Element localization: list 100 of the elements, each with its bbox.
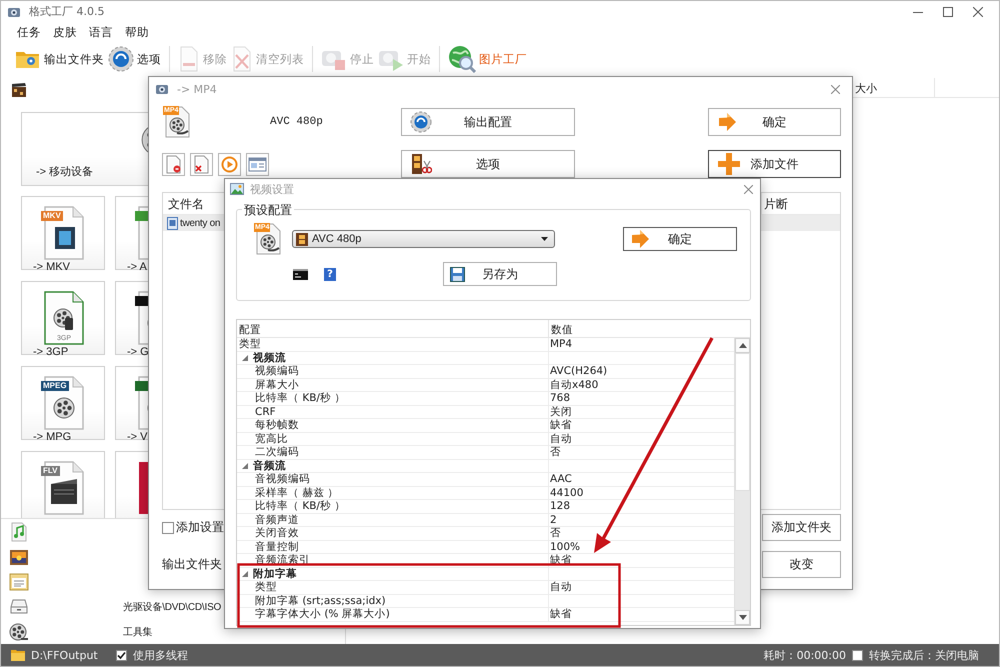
property-name: 音频声道 — [254, 514, 300, 526]
tool-button[interactable] — [190, 152, 213, 176]
checkbox[interactable] — [116, 650, 127, 660]
property-name: 类型 — [238, 338, 262, 350]
menu-item[interactable]: 皮肤 — [47, 24, 83, 40]
expander-icon[interactable] — [242, 570, 248, 577]
floppy-icon — [450, 266, 465, 282]
maximize-button[interactable] — [941, 4, 955, 18]
gear-icon — [108, 46, 134, 72]
scroll-up-icon[interactable] — [738, 343, 746, 348]
category-label[interactable]: 工具集 — [123, 626, 152, 638]
close-icon[interactable] — [831, 84, 840, 94]
dialog-button[interactable]: 选项 — [401, 150, 575, 178]
toolbar-button[interactable]: 选项 — [106, 44, 163, 74]
film-reel-icon — [9, 622, 29, 642]
tile-label: -> MPG — [32, 431, 72, 443]
toolbar-button[interactable]: 图片工厂 — [446, 44, 529, 74]
property-name: 类型 — [254, 581, 278, 594]
property-name: 关闭音效 — [254, 527, 300, 540]
caret-icon — [541, 237, 548, 241]
group-title: 预设配置 — [242, 202, 294, 219]
music-note-icon — [9, 522, 29, 542]
dialog-button[interactable]: 输出配置 — [401, 108, 575, 136]
film-icon — [296, 232, 308, 246]
output-path[interactable]: D:\FFOutput — [31, 648, 98, 662]
disc-drive-icon — [9, 596, 29, 616]
property-value: 自动 — [548, 581, 734, 594]
expander-icon[interactable] — [242, 462, 248, 469]
property-name: 比特率（ KB/秒 ） — [254, 392, 346, 404]
tool-button[interactable] — [246, 152, 269, 176]
format-tile[interactable]: MKV -> MKV — [21, 196, 105, 270]
format-tile[interactable]: FLV — [21, 451, 105, 518]
gear-icon — [410, 111, 432, 133]
close-icon[interactable] — [744, 184, 753, 194]
file-icon — [167, 216, 178, 230]
file-name: twenty on — [163, 216, 220, 230]
checkbox[interactable] — [162, 522, 174, 534]
property-name: 音量控制 — [254, 540, 300, 553]
property-name: 字幕字体大小 (% 屏幕大小) — [254, 608, 391, 620]
property-name: 视频编码 — [254, 365, 300, 378]
close-icon — [973, 6, 983, 16]
elapsed-time: 耗时：00:00:00 — [764, 648, 846, 662]
property-name: 二次编码 — [254, 446, 300, 458]
column-header[interactable]: 文件名 — [163, 193, 209, 214]
tile-label: -> 3GP — [32, 346, 68, 358]
checkbox-label: 使用多线程 — [132, 648, 188, 662]
window-title: 格式工厂 4.0.5 — [29, 4, 104, 19]
dialog-button[interactable]: 添加文件夹 — [762, 514, 841, 541]
tool-button[interactable] — [218, 152, 241, 176]
tile-label: -> A — [126, 261, 147, 273]
property-name: 采样率（ 赫兹 ） — [254, 486, 340, 499]
ok-button[interactable]: 确定 — [623, 227, 737, 251]
clapper-icon — [11, 82, 27, 98]
checkbox-label: 转换完成后：关闭电脑 — [869, 648, 979, 662]
format-badge: MKV — [41, 211, 63, 221]
close-button[interactable] — [971, 4, 985, 18]
document-icon — [9, 572, 29, 592]
expander-icon[interactable] — [242, 354, 248, 361]
property-name: 每秒帧数 — [254, 419, 300, 432]
category-label[interactable]: 光驱设备\DVD\CD\ISO — [123, 602, 222, 612]
property-value: 缺省 — [548, 608, 734, 620]
plus-icon — [717, 152, 741, 176]
dialog-button[interactable]: 改变 — [762, 551, 841, 578]
group-label: 音频流 — [253, 460, 286, 472]
menu-item[interactable]: 任务 — [11, 24, 47, 40]
dialog-button[interactable]: 确定 — [708, 108, 841, 136]
help-icon[interactable]: ? — [324, 268, 336, 280]
dialog-title: 视频设置 — [250, 182, 294, 196]
film-scissors-icon — [410, 153, 432, 175]
scroll-down-icon[interactable] — [738, 615, 746, 620]
terminal-icon — [293, 268, 308, 280]
maximize-icon — [943, 6, 953, 16]
property-name: 附加字幕 (srt;ass;ssa;idx) — [254, 594, 387, 607]
save-as-button[interactable]: 另存为 — [443, 262, 557, 286]
checkbox-label: 添加设置 — [176, 519, 224, 536]
format-tile[interactable]: MPEG -> MPG — [21, 366, 105, 440]
property-name: 屏幕大小 — [254, 378, 300, 391]
checkbox[interactable] — [852, 650, 863, 660]
dialog-button[interactable]: 添加文件 — [708, 150, 841, 178]
preset-name: AVC 480p — [270, 116, 323, 128]
toolbar-button[interactable]: 输出文件夹 — [13, 44, 106, 74]
tile-label: -> 移动设备 — [35, 165, 94, 179]
play-icon — [219, 154, 240, 174]
format-badge: MPEG — [41, 381, 69, 391]
preset-dropdown[interactable]: AVC 480p — [292, 230, 555, 248]
group-label: 视频流 — [253, 352, 286, 364]
document-x-icon — [231, 46, 253, 72]
tile-label: -> MKV — [32, 261, 70, 273]
property-value: 缺省 — [548, 554, 734, 566]
tool-button[interactable] — [162, 152, 185, 176]
tile-label: -> V — [126, 431, 148, 443]
menu-item[interactable]: 语言 — [83, 24, 119, 40]
menu-item[interactable]: 帮助 — [119, 24, 155, 40]
property-name: 宽高比 — [254, 432, 289, 445]
property-name: CRF — [254, 406, 277, 418]
scrollbar[interactable] — [734, 338, 750, 625]
document-minus-icon — [178, 46, 200, 72]
camera-icon — [155, 82, 169, 96]
property-name: 比特率（ KB/秒 ） — [254, 500, 346, 512]
dialog-title: -> MP4 — [177, 82, 217, 96]
